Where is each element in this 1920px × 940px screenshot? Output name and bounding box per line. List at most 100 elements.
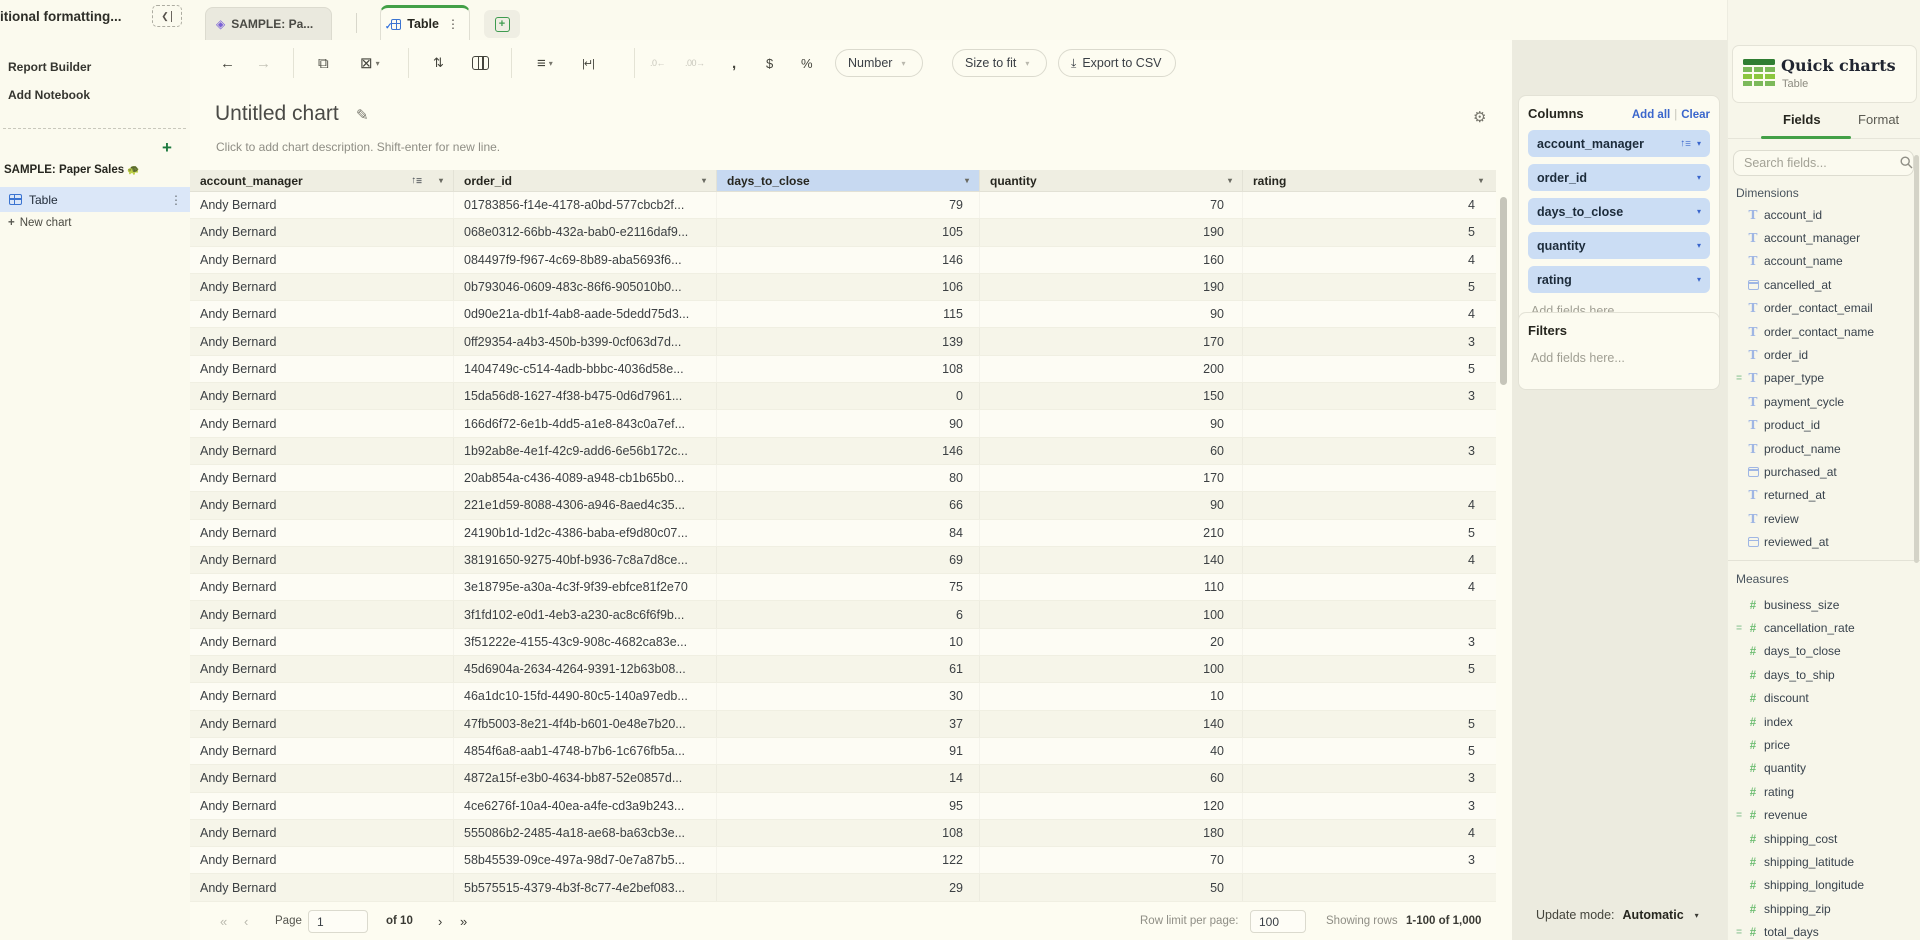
dimension-item-review[interactable]: Treview xyxy=(1728,507,1920,530)
column-header-quantity[interactable]: quantity ▾ xyxy=(979,170,1242,191)
table-row[interactable]: Andy Bernard0d90e21a-db1f-4ab8-aade-5ded… xyxy=(190,301,1496,328)
add-dataset-button[interactable]: + xyxy=(162,138,172,158)
columns-layout-button[interactable] xyxy=(472,40,489,86)
measure-item-price[interactable]: #price xyxy=(1728,733,1920,756)
next-page-button[interactable]: › xyxy=(438,902,442,940)
remove-chart-button[interactable]: ⊠▾ xyxy=(360,40,380,86)
table-scrollbar-thumb[interactable] xyxy=(1500,197,1507,385)
column-header-rating[interactable]: rating ▾ xyxy=(1242,170,1493,191)
dataset-label[interactable]: SAMPLE: Paper Sales 🐢 xyxy=(4,164,140,176)
table-row[interactable]: Andy Bernard4872a15f-e3b0-4634-bb87-52e0… xyxy=(190,765,1496,792)
measure-item-quantity[interactable]: #quantity xyxy=(1728,757,1920,780)
table-row[interactable]: Andy Bernard01783856-f14e-4178-a0bd-577c… xyxy=(190,192,1496,219)
table-row[interactable]: Andy Bernard38191650-9275-40bf-b936-7c8a… xyxy=(190,547,1496,574)
table-row[interactable]: Andy Bernard3f1fd102-e0d1-4eb3-a230-ac8c… xyxy=(190,601,1496,628)
measure-item-rating[interactable]: #rating xyxy=(1728,780,1920,803)
chevron-down-icon[interactable]: ▾ xyxy=(1228,176,1232,185)
table-row[interactable]: Andy Bernard166d6f72-6e1b-4dd5-a1e8-843c… xyxy=(190,410,1496,437)
table-row[interactable]: Andy Bernard24190b1d-1d2c-4386-baba-ef9d… xyxy=(190,520,1496,547)
chevron-down-icon[interactable]: ▾ xyxy=(439,176,443,185)
chevron-down-icon[interactable]: ▾ xyxy=(1697,207,1701,216)
align-button[interactable]: ≡▾ xyxy=(537,40,553,86)
search-fields-input[interactable] xyxy=(1733,150,1914,176)
currency-format-button[interactable]: $ xyxy=(766,40,773,86)
table-row[interactable]: Andy Bernard1b92ab8e-4e1f-42c9-add6-6e56… xyxy=(190,438,1496,465)
table-row[interactable]: Andy Bernard3e18795e-a30a-4c3f-9f39-ebfc… xyxy=(190,574,1496,601)
dimension-item-cancelled-at[interactable]: cancelled_at xyxy=(1728,273,1920,296)
new-chart-button[interactable]: +New chart xyxy=(8,217,72,229)
page-number-input[interactable] xyxy=(308,910,368,933)
dimension-item-product-name[interactable]: Tproduct_name xyxy=(1728,437,1920,460)
table-row[interactable]: Andy Bernard45d6904a-2634-4264-9391-12b6… xyxy=(190,656,1496,683)
sidebar-item-table[interactable]: Table ⋮ xyxy=(0,187,190,212)
measure-item-shipping-longitude[interactable]: #shipping_longitude xyxy=(1728,874,1920,897)
first-page-button[interactable]: « xyxy=(220,902,227,940)
add-all-link[interactable]: Add all xyxy=(1632,109,1670,121)
table-tab-options-icon[interactable]: ⋮ xyxy=(447,17,459,31)
dimension-item-account-name[interactable]: Taccount_name xyxy=(1728,250,1920,273)
measure-item-days-to-ship[interactable]: #days_to_ship xyxy=(1728,663,1920,686)
column-header-days-to-close[interactable]: days_to_close ▾ xyxy=(716,170,979,191)
update-mode-control[interactable]: Update mode: Automatic ▾ xyxy=(1536,908,1699,922)
new-tab-button[interactable]: + xyxy=(484,10,520,38)
chevron-down-icon[interactable]: ▾ xyxy=(965,176,969,185)
dimension-item-order-contact-name[interactable]: Torder_contact_name xyxy=(1728,320,1920,343)
dimension-item-payment-cycle[interactable]: Tpayment_cycle xyxy=(1728,390,1920,413)
chevron-down-icon[interactable]: ▾ xyxy=(1697,275,1701,284)
clear-link[interactable]: Clear xyxy=(1681,109,1710,121)
table-row[interactable]: Andy Bernard221e1d59-8088-4306-a946-8aed… xyxy=(190,492,1496,519)
measure-item-shipping-zip[interactable]: #shipping_zip xyxy=(1728,897,1920,920)
undo-button[interactable]: ← xyxy=(220,40,235,86)
tab-dataset[interactable]: ◈ SAMPLE: Pa... xyxy=(205,7,332,40)
size-to-fit-dropdown[interactable]: Size to fit ▾ xyxy=(952,49,1047,77)
measure-item-shipping-latitude[interactable]: #shipping_latitude xyxy=(1728,850,1920,873)
dimension-item-account-id[interactable]: Taccount_id xyxy=(1728,203,1920,226)
dimension-item-purchased-at[interactable]: purchased_at xyxy=(1728,460,1920,483)
previous-page-button[interactable]: ‹ xyxy=(244,902,248,940)
measure-item-cancellation-rate[interactable]: =#cancellation_rate xyxy=(1728,616,1920,639)
chevron-down-icon[interactable]: ▾ xyxy=(702,176,706,185)
sort-button[interactable]: ⇅ xyxy=(433,40,444,86)
chevron-down-icon[interactable]: ▾ xyxy=(1697,241,1701,250)
tab-table-active[interactable]: ✓ Table ⋮ xyxy=(380,5,470,40)
dimension-item-account-manager[interactable]: Taccount_manager xyxy=(1728,226,1920,249)
dimension-item-reviewed-at[interactable]: reviewed_at xyxy=(1728,530,1920,553)
chevron-down-icon[interactable]: ▾ xyxy=(1697,173,1701,182)
tab-format[interactable]: Format xyxy=(1858,112,1899,127)
dimension-item-order-contact-email[interactable]: Torder_contact_email xyxy=(1728,297,1920,320)
measure-item-index[interactable]: #index xyxy=(1728,710,1920,733)
comma-format-button[interactable]: , xyxy=(732,40,736,86)
dimension-item-returned-at[interactable]: Treturned_at xyxy=(1728,484,1920,507)
table-row[interactable]: Andy Bernard1404749c-c514-4adb-bbbc-4036… xyxy=(190,356,1496,383)
edit-title-pencil-icon[interactable]: ✎ xyxy=(356,106,369,124)
table-row[interactable]: Andy Bernard0b793046-0609-483c-86f6-9050… xyxy=(190,274,1496,301)
column-header-account-manager[interactable]: account_manager ↑☰ ▾ xyxy=(190,170,453,191)
measure-item-days-to-close[interactable]: #days_to_close xyxy=(1728,640,1920,663)
conditional-formatting-menu-item[interactable]: itional formatting... xyxy=(0,9,122,24)
fields-panel-scrollbar-thumb[interactable] xyxy=(1914,155,1919,563)
table-row[interactable]: Andy Bernard4854f6a8-aab1-4748-b7b6-1c67… xyxy=(190,738,1496,765)
sidebar-collapse-button[interactable]: ❮ xyxy=(152,5,182,27)
table-row[interactable]: Andy Bernard3f51222e-4155-43c9-908c-4682… xyxy=(190,629,1496,656)
column-pill-days-to-close[interactable]: days_to_close▾ xyxy=(1528,198,1710,225)
number-format-dropdown[interactable]: Number ▾ xyxy=(835,49,923,77)
export-csv-button[interactable]: ⤓ Export to CSV xyxy=(1058,49,1176,77)
duplicate-chart-button[interactable]: ⧉ xyxy=(318,40,329,86)
chart-settings-gear-icon[interactable]: ⚙ xyxy=(1473,108,1486,126)
table-row[interactable]: Andy Bernard20ab854a-c436-4089-a948-cb1b… xyxy=(190,465,1496,492)
measure-item-discount[interactable]: #discount xyxy=(1728,687,1920,710)
wrap-text-button[interactable]: |↵| xyxy=(582,40,594,86)
table-row[interactable]: Andy Bernard58b45539-09ce-497a-98d7-0e7a… xyxy=(190,847,1496,874)
dimension-item-paper-type[interactable]: =Tpaper_type xyxy=(1728,367,1920,390)
filters-add-fields-placeholder[interactable]: Add fields here... xyxy=(1528,347,1710,369)
measure-item-shipping-cost[interactable]: #shipping_cost xyxy=(1728,827,1920,850)
dimension-item-order-id[interactable]: Torder_id xyxy=(1728,343,1920,366)
measure-item-total-days[interactable]: =#total_days xyxy=(1728,920,1920,940)
chart-description-placeholder[interactable]: Click to add chart description. Shift-en… xyxy=(216,140,500,154)
table-options-icon[interactable]: ⋮ xyxy=(170,193,182,207)
table-row[interactable]: Andy Bernard5b575515-4379-4b3f-8c77-4e2b… xyxy=(190,874,1496,901)
last-page-button[interactable]: » xyxy=(460,902,467,940)
chart-title[interactable]: Untitled chart xyxy=(215,102,339,126)
table-row[interactable]: Andy Bernard15da56d8-1627-4f38-b475-0d6d… xyxy=(190,383,1496,410)
table-row[interactable]: Andy Bernard068e0312-66bb-432a-bab0-e211… xyxy=(190,219,1496,246)
